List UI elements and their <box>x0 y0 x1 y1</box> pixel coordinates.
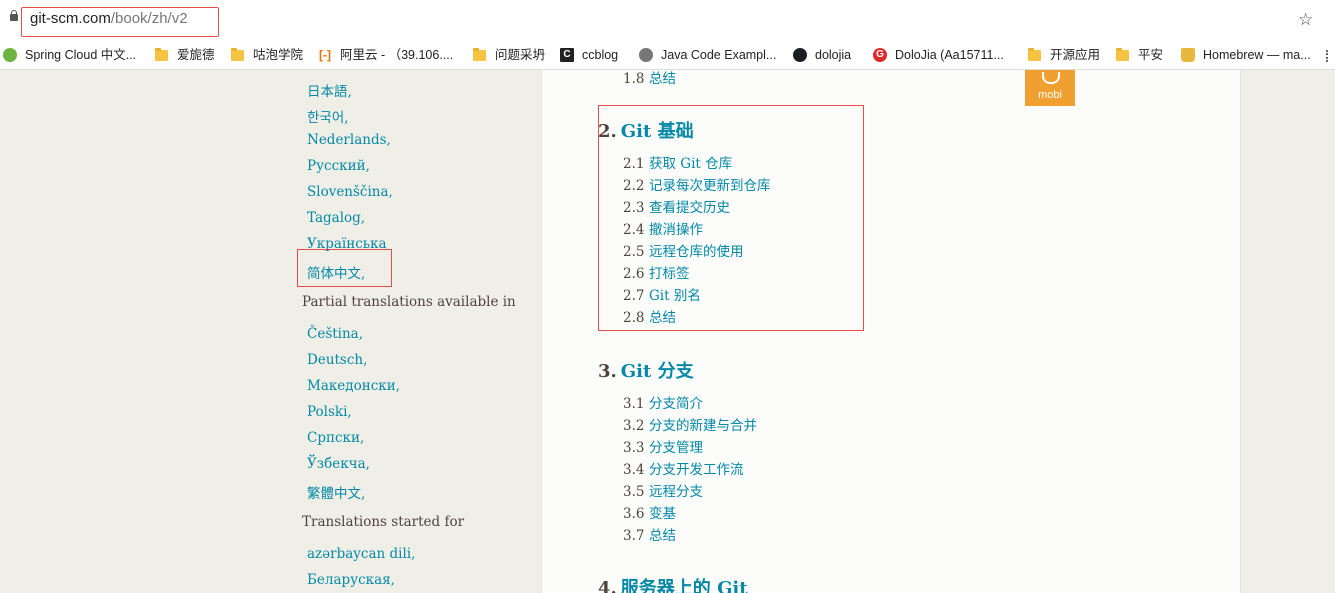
chapter-highlight-box <box>598 105 864 331</box>
language-link[interactable]: 日本語, <box>307 80 352 100</box>
language-link[interactable]: Nederlands, <box>307 132 391 148</box>
bookmark-label: Homebrew — ma... <box>1203 48 1311 62</box>
spring-icon <box>3 48 17 62</box>
language-link[interactable]: Polski, <box>307 404 352 420</box>
section-title: 分支简介 <box>649 396 703 412</box>
bookmark-label: dolojia <box>815 48 852 62</box>
language-link[interactable]: Čeština, <box>307 326 363 342</box>
aliyun-icon: [-] <box>319 48 331 62</box>
bookmark-label: Spring Cloud 中文... <box>25 48 137 62</box>
section-title: 总结 <box>649 71 676 87</box>
toc-section[interactable]: 3.5 远程分支 <box>623 480 703 500</box>
language-link[interactable]: Српски, <box>307 430 364 446</box>
section-title: 分支开发工作流 <box>649 462 744 478</box>
section-title: 远程分支 <box>649 484 703 500</box>
url-highlight-box <box>21 7 219 37</box>
bookmark-label: ccblog <box>582 48 619 62</box>
language-link[interactable]: Tagalog, <box>307 210 365 226</box>
language-link[interactable]: 한국어, <box>307 106 349 126</box>
language-link[interactable]: azərbaycan dili, <box>307 546 415 562</box>
language-link[interactable]: 繁體中文, <box>307 482 365 502</box>
section-number: 1.8 <box>623 71 645 87</box>
language-highlight-box <box>297 249 392 287</box>
language-link[interactable]: Русский, <box>307 158 370 174</box>
section-number: 3.5 <box>623 484 645 500</box>
toc-chapter[interactable]: 3. Git 分支 <box>598 357 694 383</box>
folder-icon <box>155 48 168 61</box>
bookmark-label: DoloJia (Aa15711... <box>895 48 1004 62</box>
bookmark-label: 爱旎德 <box>177 48 215 62</box>
chapter-title: Git 分支 <box>620 361 694 382</box>
language-link[interactable]: Ўзбекча, <box>307 456 370 472</box>
chapter-number: 3. <box>598 361 617 382</box>
started-translations-heading: Translations started for <box>302 514 465 530</box>
section-title: 总结 <box>649 528 676 544</box>
toc-section[interactable]: 3.7 总结 <box>623 524 676 544</box>
bookmark-label: 问题采坍 <box>495 48 546 62</box>
language-link[interactable]: Беларуская, <box>307 572 395 588</box>
bookmark-label: Java Code Exampl... <box>661 48 777 62</box>
toc-chapter[interactable]: 4. 服务器上的 Git <box>598 574 748 593</box>
bookmark-label: 阿里云 - （39.106.... <box>340 48 454 62</box>
bookmark-label: 咕泡学院 <box>253 48 304 62</box>
gitee-icon: G <box>873 48 887 62</box>
ccblog-icon: C <box>560 48 574 62</box>
toc-section[interactable]: 3.3 分支管理 <box>623 436 703 456</box>
language-link[interactable]: Deutsch, <box>307 352 367 368</box>
language-link[interactable]: Македонски, <box>307 378 400 394</box>
download-icon <box>1042 72 1060 84</box>
bookmark-label: 开源应用 <box>1050 48 1101 62</box>
folder-icon <box>473 48 486 61</box>
folder-icon <box>1116 48 1129 61</box>
toc-section[interactable]: 1.8 总结 <box>623 70 676 87</box>
chapter-number: 4. <box>598 578 617 593</box>
github-icon <box>793 48 807 62</box>
section-number: 3.2 <box>623 418 645 434</box>
globe-icon <box>639 48 653 62</box>
bookmark-label: 平安 <box>1138 48 1164 62</box>
toc-section[interactable]: 3.4 分支开发工作流 <box>623 458 744 478</box>
section-title: 分支管理 <box>649 440 703 456</box>
language-link[interactable]: Slovenščina, <box>307 184 393 200</box>
mobi-label: mobi <box>1038 89 1062 101</box>
toc-section[interactable]: 3.2 分支的新建与合并 <box>623 414 757 434</box>
section-number: 3.4 <box>623 462 645 478</box>
section-number: 3.3 <box>623 440 645 456</box>
section-number: 3.1 <box>623 396 645 412</box>
bookmarks-bar: Spring Cloud 中文... 爱旎德 咕泡学院 [-] 阿里云 - （39… <box>0 40 1335 70</box>
folder-icon <box>1028 48 1041 61</box>
toc-section[interactable]: 3.1 分支简介 <box>623 392 703 412</box>
mobi-download-button[interactable]: mobi <box>1025 70 1075 106</box>
section-number: 3.6 <box>623 506 645 522</box>
section-title: 变基 <box>649 506 676 522</box>
page-content: 日本語, 한국어, Nederlands, Русский, Slovenšči… <box>0 70 1335 593</box>
section-number: 3.7 <box>623 528 645 544</box>
toc-section[interactable]: 3.6 变基 <box>623 502 676 522</box>
partial-translations-heading: Partial translations available in <box>302 294 516 310</box>
homebrew-icon <box>1181 48 1195 62</box>
chapter-title: 服务器上的 Git <box>620 578 748 593</box>
more-bookmarks-icon[interactable] <box>1326 50 1332 62</box>
address-bar: git-scm.com/book/zh/v2 ☆ <box>0 0 1335 40</box>
bookmark-star-icon[interactable]: ☆ <box>1298 10 1313 30</box>
lock-icon <box>10 10 18 23</box>
section-title: 分支的新建与合并 <box>649 418 757 434</box>
folder-icon <box>231 48 244 61</box>
